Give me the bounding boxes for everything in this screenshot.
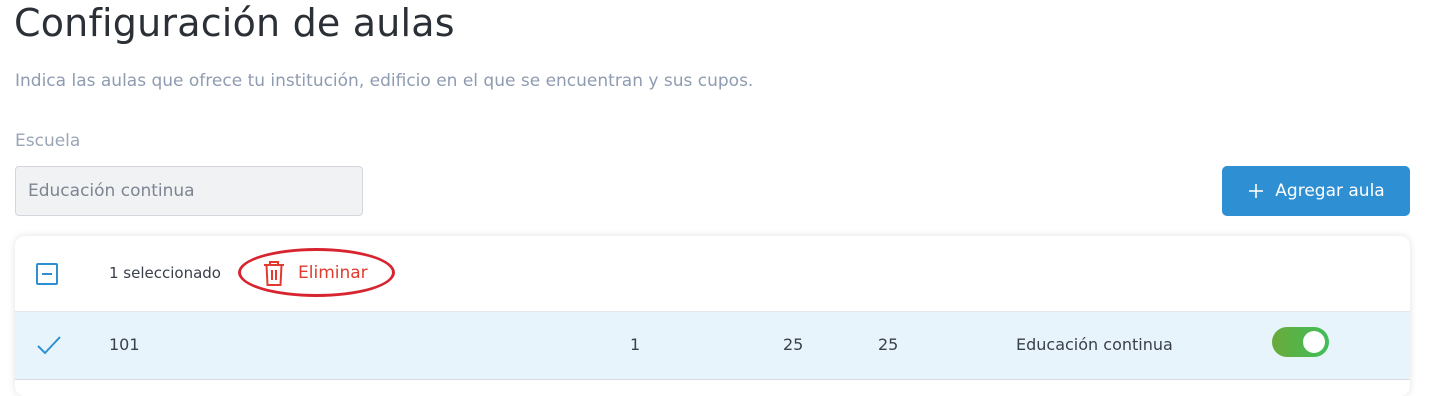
classroom-col3: 25 <box>783 335 804 354</box>
delete-label: Eliminar <box>298 263 368 283</box>
selection-toolbar: 1 seleccionado Eliminar <box>15 236 1410 312</box>
page-title: Configuración de aulas <box>14 1 455 45</box>
classroom-school: Educación continua <box>1016 335 1173 354</box>
classroom-col4: 25 <box>878 335 899 354</box>
classroom-table: 1 seleccionado Eliminar 101 1 25 25 Educ… <box>15 236 1410 396</box>
school-field[interactable]: Educación continua <box>15 166 363 216</box>
add-classroom-label: Agregar aula <box>1275 181 1385 201</box>
indeterminate-icon <box>42 273 52 275</box>
checkmark-icon[interactable] <box>36 334 62 356</box>
table-row[interactable]: 101 1 25 25 Educación continua <box>15 312 1410 380</box>
classroom-col2: 1 <box>630 335 641 354</box>
selected-count: 1 seleccionado <box>109 264 221 282</box>
select-all-checkbox[interactable] <box>36 263 58 285</box>
active-toggle[interactable] <box>1272 327 1329 357</box>
delete-button[interactable]: Eliminar <box>262 258 368 288</box>
trash-icon <box>264 261 284 286</box>
plus-icon <box>1249 184 1264 198</box>
toggle-knob <box>1303 331 1325 353</box>
school-field-label: Escuela <box>15 131 81 151</box>
classroom-name: 101 <box>109 335 140 354</box>
add-classroom-button[interactable]: Agregar aula <box>1222 166 1410 216</box>
page-subtitle: Indica las aulas que ofrece tu instituci… <box>15 71 754 91</box>
